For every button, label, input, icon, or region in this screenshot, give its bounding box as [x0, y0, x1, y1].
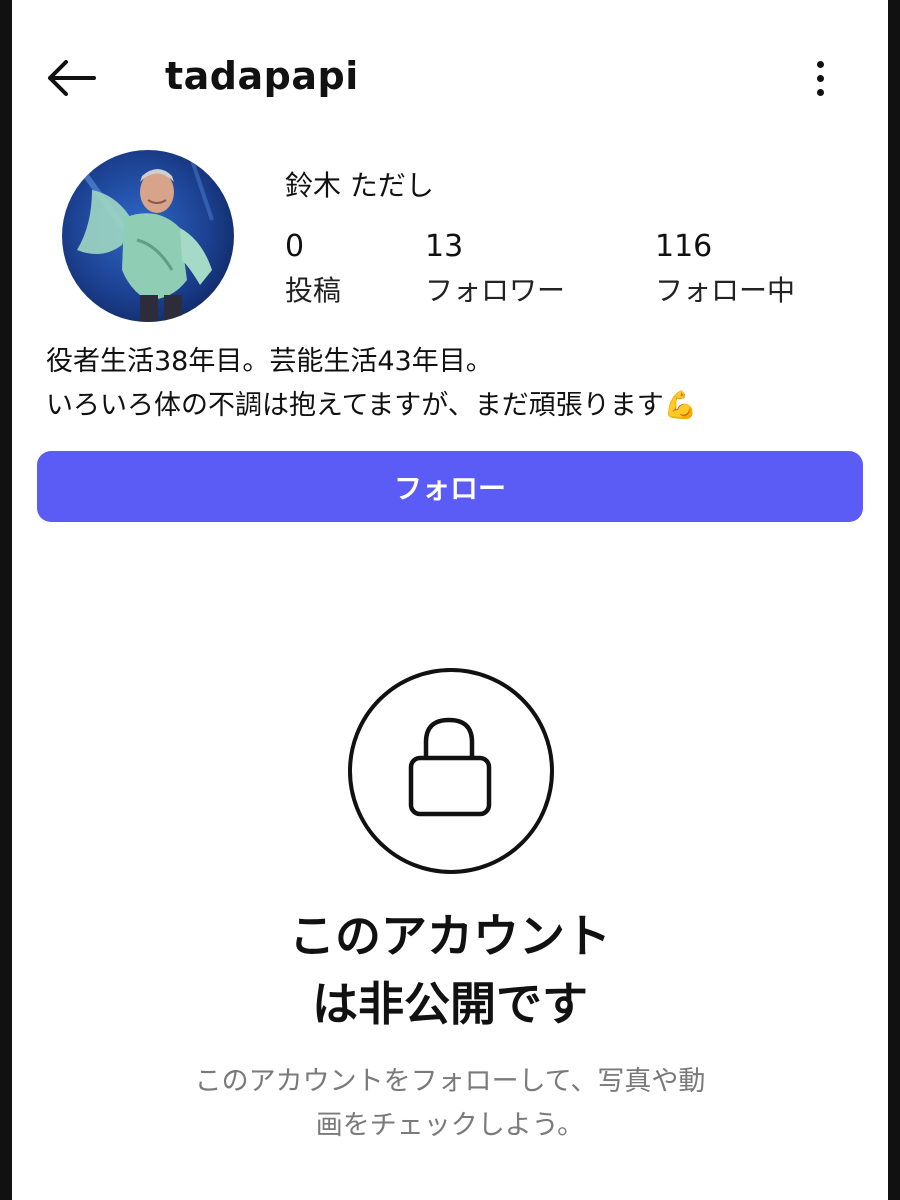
more-options-button[interactable]: [800, 50, 840, 106]
following-count-label: フォロー中: [655, 274, 796, 307]
followers-count-value: 13: [425, 229, 464, 264]
followers-count-label: フォロワー: [425, 274, 566, 307]
lock-icon: [408, 717, 492, 817]
bio-line-1: 役者生活38年目。芸能生活43年目。: [46, 346, 493, 377]
following-count-value: 116: [655, 229, 713, 264]
flexed-biceps-icon: 💪: [663, 390, 698, 421]
profile-bio: 役者生活38年目。芸能生活43年目。 いろいろ体の不調は抱えてますが、まだ頑張り…: [46, 340, 846, 428]
posts-count[interactable]: 0 投稿: [285, 228, 341, 316]
private-subtitle-line-1: このアカウントをフォローして、写真や動: [194, 1066, 706, 1097]
bio-line-2-text: いろいろ体の不調は抱えてますが、まだ頑張ります: [46, 390, 664, 421]
private-title-line-1: このアカウント: [289, 909, 611, 963]
posts-count-label: 投稿: [285, 274, 342, 307]
back-button[interactable]: [38, 52, 102, 104]
follow-button[interactable]: フォロー: [37, 451, 863, 522]
posts-count-value: 0: [285, 229, 305, 264]
private-lock-badge: [348, 668, 554, 874]
private-account-title: このアカウント は非公開です: [0, 902, 900, 1038]
private-account-subtitle: このアカウントをフォローして、写真や動 画をチェックしよう。: [0, 1060, 900, 1148]
private-title-line-2: は非公開です: [312, 977, 588, 1031]
avatar[interactable]: [62, 150, 234, 322]
display-name: 鈴木 ただし: [285, 169, 434, 202]
profile-username: tadapapi: [165, 54, 359, 98]
private-subtitle-line-2: 画をチェックしよう。: [315, 1110, 585, 1141]
avatar-photo: [62, 150, 234, 322]
bio-line-2: いろいろ体の不調は抱えてますが、まだ頑張ります💪: [46, 384, 846, 428]
more-vertical-icon: [816, 60, 824, 68]
arrow-left-icon: [48, 60, 96, 96]
following-count[interactable]: 116 フォロー中: [655, 228, 795, 316]
followers-count[interactable]: 13 フォロワー: [425, 228, 565, 316]
more-dot: [816, 74, 824, 82]
more-dot: [816, 88, 824, 96]
